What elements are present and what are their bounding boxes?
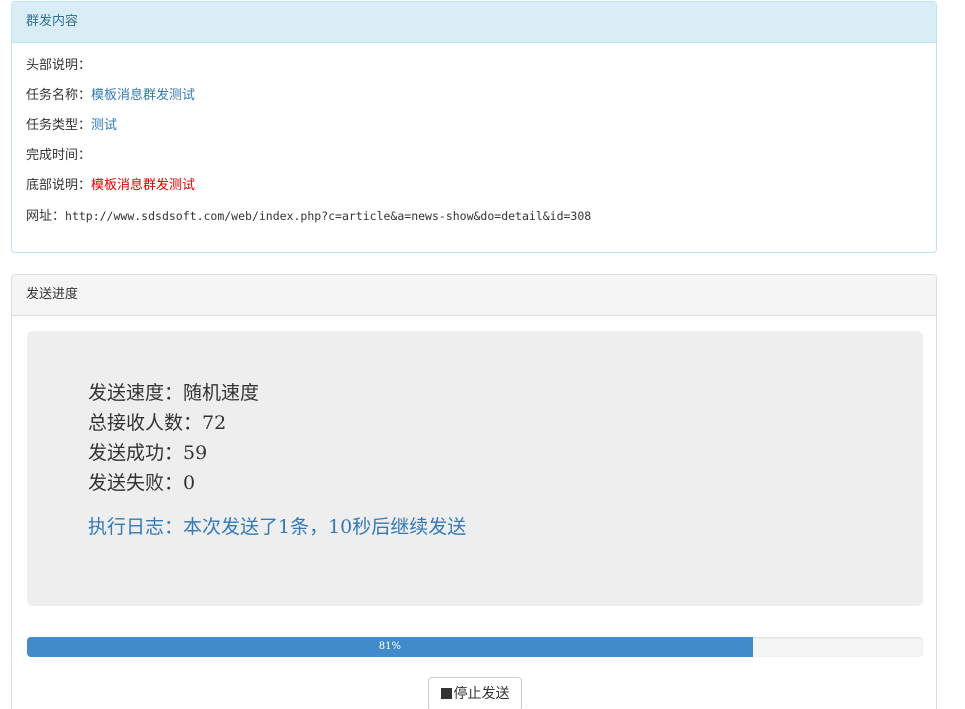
footer-desc-value: 模板消息群发测试 [91,178,196,193]
finish-time-row: 完成时间： [26,141,936,171]
url-label: 网址： [26,209,66,224]
stop-send-label: 停止发送 [453,686,510,702]
header-desc-row: 头部说明： [26,51,936,81]
execution-log: 执行日志：本次发送了1条，10秒后继续发送 [88,516,467,538]
task-type-label: 任务类型： [26,118,92,133]
stop-icon [440,688,452,699]
finish-time-label: 完成时间： [26,148,92,163]
page: 群发内容 头部说明： 任务名称：模板消息群发测试 任务类型：测试 完成时间： 底… [0,0,965,709]
task-name-value: 模板消息群发测试 [91,88,196,103]
send-stats-well: 发送速度：随机速度 总接收人数：72 发送成功：59 发送失败：0 执行日志：本… [27,331,923,606]
send-progress-title: 发送进度 [12,275,936,316]
task-type-value: 测试 [91,118,118,133]
total-receivers: 总接收人数：72 [88,412,227,434]
footer-desc-label: 底部说明： [26,178,92,193]
task-type-row: 任务类型：测试 [26,111,936,141]
task-name-label: 任务名称： [26,88,92,103]
task-name-row: 任务名称：模板消息群发测试 [26,81,936,111]
broadcast-content-title: 群发内容 [12,2,936,43]
progress-bar: 81% [27,637,753,657]
url-value: http://www.sdsdsoft.com/web/index.php?c=… [65,209,592,223]
broadcast-content-panel: 群发内容 头部说明： 任务名称：模板消息群发测试 任务类型：测试 完成时间： 底… [11,1,937,253]
stop-send-button[interactable]: 停止发送 [428,677,522,709]
send-progress-panel: 发送进度 发送速度：随机速度 总接收人数：72 发送成功：59 发送失败：0 执… [11,274,937,709]
send-failed: 发送失败：0 [88,472,196,494]
send-success: 发送成功：59 [88,442,208,464]
url-row: 网址：http://www.sdsdsoft.com/web/index.php… [26,201,936,231]
footer-desc-row: 底部说明：模板消息群发测试 [26,171,936,201]
broadcast-content-body: 头部说明： 任务名称：模板消息群发测试 任务类型：测试 完成时间： 底部说明：模… [12,43,936,231]
send-speed: 发送速度：随机速度 [88,382,260,404]
header-desc-label: 头部说明： [26,58,92,73]
progress-track: 81% [27,637,923,657]
